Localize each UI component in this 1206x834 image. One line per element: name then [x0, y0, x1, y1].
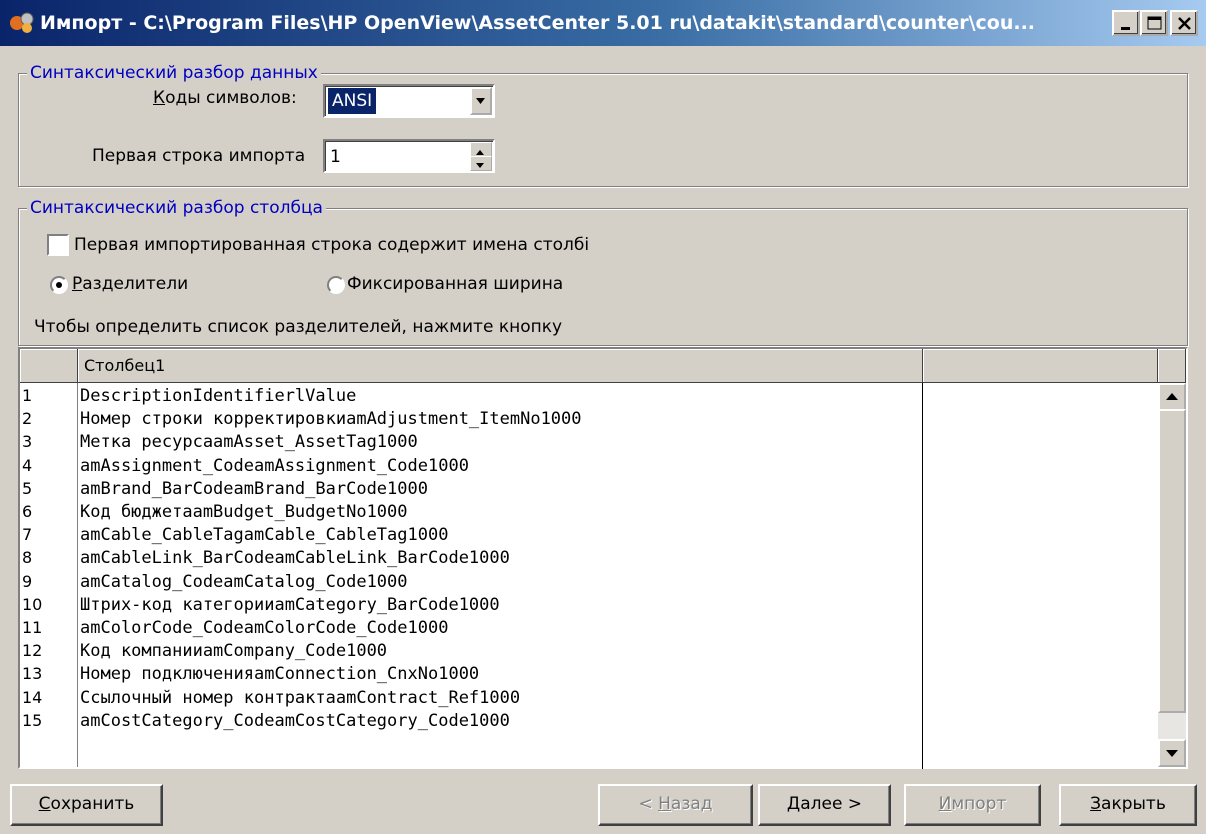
- first-row-label: Первая строка импорта: [92, 146, 306, 166]
- row-number: 2: [22, 409, 33, 429]
- radio-selected-dot: [56, 282, 62, 288]
- row-number: 14: [22, 687, 43, 707]
- save-button-label: охранить: [50, 794, 135, 814]
- grid-cell[interactable]: Номер строки корректировкиamAdjustment_I…: [80, 408, 582, 430]
- close-button[interactable]: Закрыть: [1059, 784, 1197, 826]
- header-row-checkbox[interactable]: [47, 234, 69, 256]
- vertical-scrollbar[interactable]: [1158, 383, 1186, 767]
- header-row-checkbox-label[interactable]: Первая импортированная строка содержит и…: [74, 234, 866, 256]
- grid-cell[interactable]: amCableLink_BarCodeamCableLink_BarCode10…: [80, 547, 510, 569]
- column-header-empty: [923, 349, 1158, 383]
- row-number: 7: [22, 525, 33, 545]
- row-number: 4: [22, 455, 33, 475]
- grid-cell[interactable]: amBrand_BarCodeamBrand_BarCode1000: [80, 478, 428, 500]
- scroll-down-button[interactable]: [1158, 739, 1186, 767]
- arrow-up-icon: [1166, 393, 1178, 400]
- grid-cell[interactable]: Код компанииamCompany_Code1000: [80, 640, 387, 662]
- chevron-down-icon: [476, 98, 485, 104]
- close-button-label: акрыть: [1101, 794, 1166, 814]
- import-app-icon: [10, 12, 34, 33]
- grid-cell[interactable]: amCable_CableTagamCable_CableTag1000: [80, 524, 448, 546]
- column-header-filler: [1158, 349, 1186, 383]
- next-button[interactable]: Далее >: [758, 784, 891, 826]
- separators-radio-label[interactable]: Разделители: [72, 273, 188, 295]
- grid-cell[interactable]: amCatalog_CodeamCatalog_Code1000: [80, 571, 408, 593]
- back-button-label: азад: [670, 794, 713, 814]
- window-title: Импорт - C:\Program Files\HP OpenView\As…: [40, 12, 1036, 34]
- row-number: 10: [22, 594, 43, 614]
- title-bar[interactable]: Импорт - C:\Program Files\HP OpenView\As…: [0, 0, 1206, 46]
- row-number: 15: [22, 710, 43, 730]
- charset-dropdown-button[interactable]: [470, 87, 492, 115]
- grid-cell[interactable]: Метка ресурсаamAsset_AssetTag1000: [80, 431, 418, 453]
- separators-radio[interactable]: [50, 276, 68, 294]
- fixed-width-radio[interactable]: [327, 276, 345, 294]
- charset-select[interactable]: ANSI: [323, 84, 495, 118]
- row-number: 8: [22, 548, 33, 568]
- next-button-label: алее >: [800, 794, 863, 814]
- maximize-icon: [1147, 16, 1162, 30]
- grid-cell[interactable]: amCostCategory_CodeamCostCategory_Code10…: [80, 710, 510, 732]
- row-number: 1: [22, 386, 33, 405]
- close-window-button[interactable]: [1170, 10, 1198, 36]
- back-button[interactable]: < Назад: [598, 784, 753, 826]
- row-number: 12: [22, 641, 43, 661]
- separators-hint: Чтобы определить список разделителей, на…: [34, 317, 563, 337]
- row-number: 11: [22, 618, 43, 637]
- charset-label-text: оды символов:: [165, 88, 297, 108]
- row-number: 13: [22, 664, 43, 684]
- first-row-value: 1: [330, 147, 341, 167]
- spin-down-button[interactable]: [470, 156, 492, 171]
- grid-cell[interactable]: Номер подключенияamConnection_CnxNo1000: [80, 663, 479, 685]
- grid-corner: [20, 349, 78, 383]
- preview-grid[interactable]: Столбец1 1 DescriptionIdentifierlValue 2 Но…: [18, 347, 1188, 769]
- column-separator: [922, 383, 923, 769]
- grid-cell[interactable]: amColorCode_CodeamColorCode_Code1000: [80, 617, 448, 639]
- column-header-1[interactable]: Столбец1: [78, 349, 923, 383]
- import-button-label: мпорт: [951, 794, 1007, 814]
- grid-cell[interactable]: amAssignment_CodeamAssignment_Code1000: [80, 455, 469, 477]
- grid-cell[interactable]: Код бюджетаamBudget_BudgetNo1000: [80, 501, 408, 523]
- minimize-icon: [1121, 27, 1130, 30]
- scroll-up-button[interactable]: [1158, 383, 1186, 411]
- import-button[interactable]: Импорт: [904, 784, 1041, 826]
- maximize-button[interactable]: [1140, 10, 1168, 36]
- spin-up-button[interactable]: [470, 142, 492, 157]
- column-parse-legend: Синтаксический разбор столбца: [27, 197, 326, 219]
- data-parse-legend: Синтаксический разбор данных: [27, 62, 321, 84]
- grid-cell[interactable]: Ссылочный номер контрактаamContract_Ref1…: [80, 687, 520, 709]
- charset-label: Коды символов:: [153, 88, 297, 108]
- row-number: 3: [22, 432, 33, 452]
- minimize-button[interactable]: [1112, 10, 1140, 36]
- separators-radio-label-text: азделители: [82, 274, 189, 294]
- scroll-thumb[interactable]: [1158, 409, 1186, 713]
- close-icon: [1178, 17, 1191, 30]
- save-button[interactable]: Сохранить: [10, 784, 163, 826]
- row-number: 9: [22, 571, 33, 591]
- row-number: 5: [22, 478, 33, 498]
- arrow-down-icon: [1166, 750, 1178, 757]
- grid-cell[interactable]: DescriptionIdentifierlValue: [80, 385, 356, 407]
- grid-cell[interactable]: Штрих-код категорииamCategory_BarCode100…: [80, 594, 500, 616]
- first-row-spinner[interactable]: 1: [323, 139, 495, 173]
- row-number: 6: [22, 502, 33, 521]
- fixed-width-radio-label[interactable]: Фиксированная ширина: [347, 273, 563, 295]
- arrow-down-icon: [476, 163, 484, 168]
- charset-selected-value: ANSI: [328, 88, 377, 114]
